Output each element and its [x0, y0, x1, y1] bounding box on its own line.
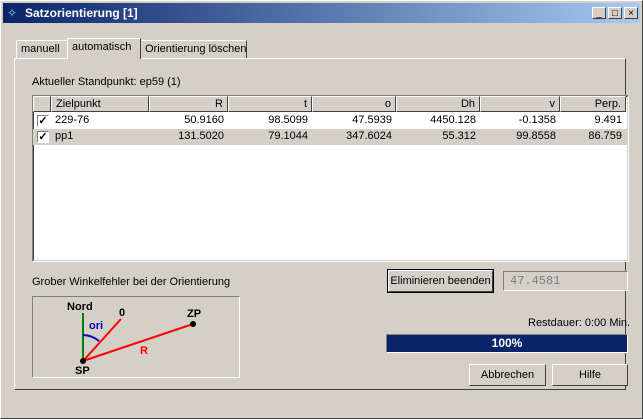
tab-automatisch[interactable]: automatisch [67, 38, 141, 59]
zp-point [190, 321, 196, 327]
cell-t: 79.1044 [268, 130, 308, 142]
cell-perp: 9.491 [594, 114, 622, 126]
sp-point [80, 358, 86, 364]
cell-v: 99.8558 [516, 130, 556, 142]
window-title: Satzorientierung [1] [25, 6, 138, 20]
tab-orientierung-loeschen[interactable]: Orientierung löschen [140, 40, 247, 58]
column-header-zielpunkt[interactable]: Zielpunkt [51, 96, 149, 112]
column-header-t[interactable]: t [228, 96, 312, 112]
standpoint-label: Aktueller Standpunkt: ep59 (1) [32, 76, 181, 88]
progress-bar: 100% [386, 334, 628, 353]
cell-t: 98.5099 [268, 114, 308, 126]
help-button[interactable]: Hilfe [552, 364, 628, 386]
eliminate-value-field: 47.4581 [503, 271, 628, 291]
zp-label: ZP [187, 308, 201, 320]
cell-dh: 4450.128 [430, 114, 476, 126]
maximize-button[interactable]: □ [608, 7, 622, 19]
cell-zielpunkt: 229-76 [55, 114, 90, 126]
close-button[interactable]: × [624, 7, 638, 19]
cell-r: 50.9160 [184, 114, 224, 126]
nord-label: Nord [67, 301, 93, 313]
column-header-v[interactable]: v [480, 96, 560, 112]
tab-manuell[interactable]: manuell [16, 40, 68, 58]
sp-label: SP [75, 365, 90, 377]
progress-text: 100% [491, 336, 523, 350]
orientation-diagram-svg: Nord 0 ori ZP R SP [67, 301, 201, 377]
ori-arc [82, 334, 100, 342]
table-row[interactable]: ✓ 229-76 50.9160 98.5099 47.5939 4450.12… [33, 113, 628, 129]
r-label: R [140, 345, 148, 357]
app-icon: ✧ [7, 6, 18, 20]
cell-perp: 86.759 [588, 130, 622, 142]
remaining-time-label: Restdauer: 0:00 Min. [528, 317, 631, 329]
cell-o: 47.5939 [352, 114, 392, 126]
column-header-o[interactable]: o [312, 96, 396, 112]
cell-r: 131.5020 [178, 130, 224, 142]
target-list[interactable]: Zielpunkt R t o Dh v Perp. ✓ 229-76 50.9… [32, 95, 629, 262]
column-header-r[interactable]: R [149, 96, 228, 112]
orientation-diagram: Nord 0 ori ZP R SP [32, 296, 240, 378]
column-header-perp[interactable]: Perp. [560, 96, 626, 112]
zero-label: 0 [119, 307, 125, 319]
cell-o: 347.6024 [346, 130, 392, 142]
cancel-button[interactable]: Abbrechen [469, 364, 546, 386]
minimize-button[interactable]: _ [592, 7, 606, 19]
eliminate-button[interactable]: Eliminieren beenden [387, 269, 494, 293]
table-row[interactable]: ✓ pp1 131.5020 79.1044 347.6024 55.312 9… [33, 129, 628, 145]
error-label: Grober Winkelfehler bei der Orientierung [32, 276, 231, 288]
row-checkbox[interactable]: ✓ [37, 115, 49, 127]
cell-zielpunkt: pp1 [55, 130, 74, 142]
column-header-check[interactable] [33, 96, 51, 112]
row-checkbox[interactable]: ✓ [37, 131, 49, 143]
column-header-dh[interactable]: Dh [396, 96, 480, 112]
cell-dh: 55.312 [442, 130, 476, 142]
cell-v: -0.1358 [518, 114, 556, 126]
titlebar[interactable]: ✧ Satzorientierung [1] _ □ × [3, 3, 640, 23]
ori-label: ori [89, 320, 103, 332]
